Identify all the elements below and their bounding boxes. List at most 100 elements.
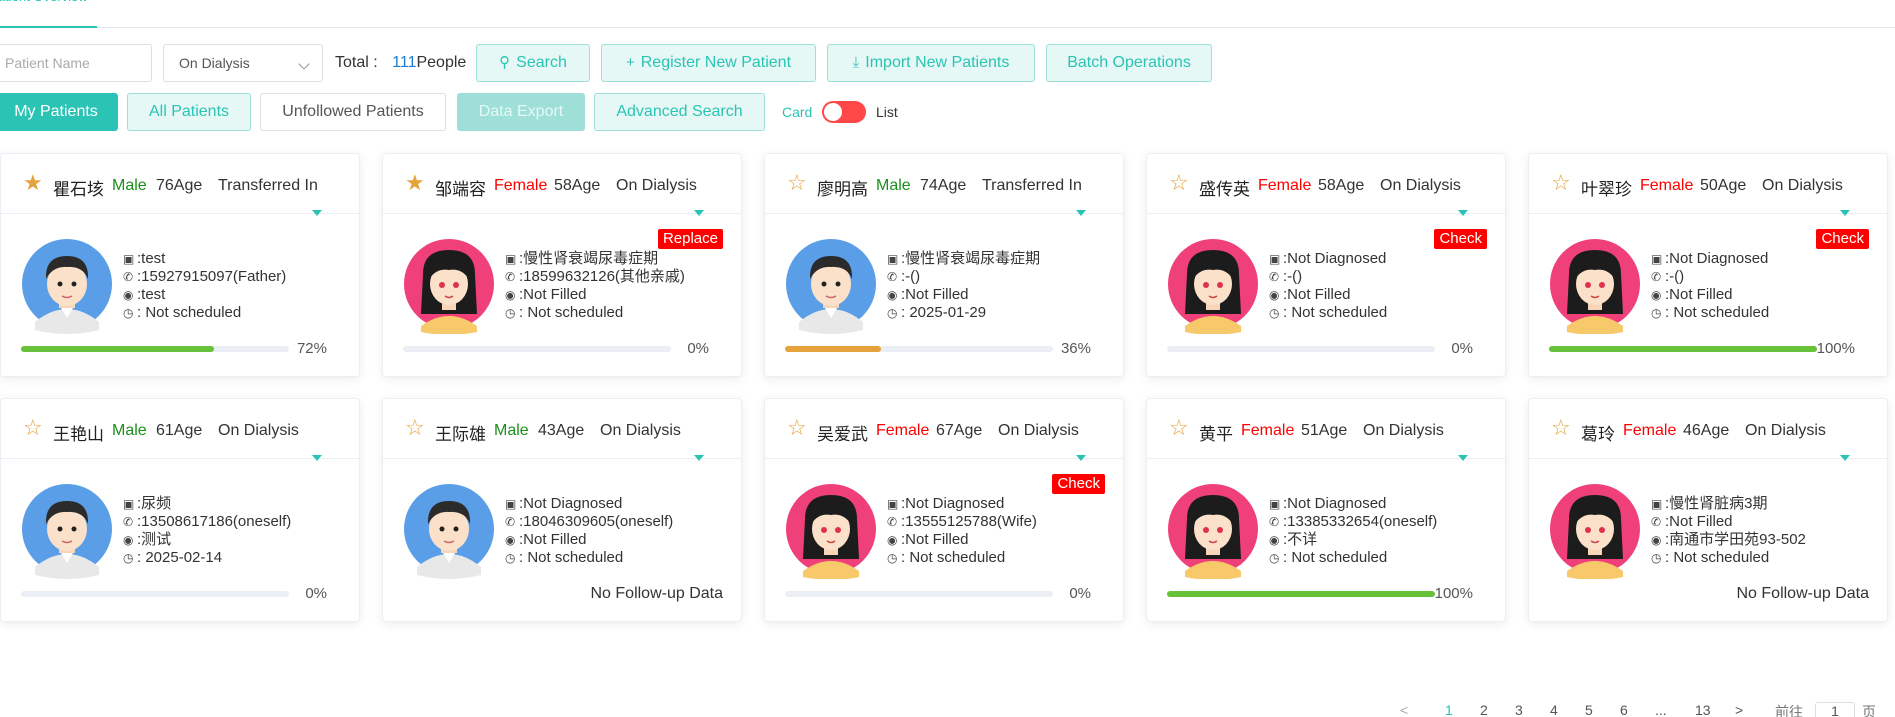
status-badge[interactable]: Check [1816,229,1869,249]
patient-card[interactable]: ☆ 葛玲 Female 46Age On Dialysis ▣:慢性肾脏病3期 ✆:Not … [1528,398,1888,622]
expand-caret-icon[interactable] [312,455,322,461]
dialysis-status-select[interactable]: On Dialysis [163,44,323,82]
clock-icon: ◷ [1269,306,1280,320]
avatar [785,479,877,580]
register-patient-button[interactable]: + Register New Patient [601,44,816,82]
follow-up-progress-bar [1167,591,1435,597]
patient-gender: Female [1640,177,1694,194]
patient-info: ▣:慢性肾衰竭尿毒症期 ✆:18599632126(其他亲戚) ◉:Not Fill… [505,250,685,322]
next-page-button[interactable]: > [1735,702,1743,717]
patient-address: :Not Filled [519,286,587,303]
page-number[interactable]: 6 [1620,702,1628,717]
unfollowed-patients-button[interactable]: Unfollowed Patients [260,93,446,131]
avatar [21,234,113,334]
patient-name: 王际雄 [435,425,486,444]
page-number[interactable]: 13 [1695,702,1711,717]
patient-card[interactable]: ☆ 王艳山 Male 61Age On Dialysis ▣:尿频 ✆:1350861718… [0,398,360,622]
view-mode-toggle[interactable] [822,101,866,123]
expand-caret-icon[interactable] [694,210,704,216]
phone-icon: ✆ [887,270,898,284]
page-number[interactable]: 2 [1480,702,1488,717]
patient-card[interactable]: ★ 邹端容 Female 58Age On Dialysis ▣:慢性肾衰竭尿毒症期 ✆:1… [382,153,742,377]
page-number[interactable]: 3 [1515,702,1523,717]
patient-card[interactable]: ★ 瞿石垓 Male 76Age Transferred In ▣:test ✆:15927… [0,153,360,377]
prev-page-button[interactable]: < [1400,702,1408,717]
patient-schedule: : Not scheduled [1283,549,1388,566]
star-icon[interactable]: ☆ [23,417,43,439]
patient-phone: :18046309605(oneself) [519,513,674,530]
expand-caret-icon[interactable] [1458,210,1468,216]
follow-up-progress-bar [21,591,289,597]
search-button[interactable]: ⚲ Search [476,44,590,82]
clock-icon: ◷ [887,551,898,565]
expand-caret-icon[interactable] [1076,455,1086,461]
patient-card[interactable]: ☆ 王际雄 Male 43Age On Dialysis ▣:Not Diagnosed ✆… [382,398,742,622]
clock-icon: ◷ [505,306,516,320]
status-badge[interactable]: Replace [657,229,723,249]
clock-icon: ◷ [123,551,134,565]
star-icon[interactable]: ★ [405,172,425,194]
patient-card-header: ☆ 廖明高 Male 74Age Transferred In [765,154,1123,216]
star-icon[interactable]: ☆ [1551,172,1571,194]
star-icon[interactable]: ☆ [787,172,807,194]
expand-caret-icon[interactable] [694,455,704,461]
patient-card-header: ☆ 王际雄 Male 43Age On Dialysis [383,399,741,461]
progress-percent: 0% [687,340,709,357]
patient-card[interactable]: ☆ 吴爱武 Female 67Age On Dialysis ▣:Not Diagnose… [764,398,1124,622]
status-badge[interactable]: Check [1434,229,1487,249]
patient-name-input[interactable]: Patient Name [0,44,152,82]
medical-kit-icon: ▣ [1269,252,1281,266]
patient-name: 盛传英 [1199,180,1250,199]
goto-page-input[interactable]: 1 [1815,702,1855,717]
star-icon[interactable]: ☆ [787,417,807,439]
phone-icon: ✆ [505,515,516,529]
patient-status: On Dialysis [218,422,299,439]
patient-age: 74Age [920,177,967,194]
status-badge[interactable]: Check [1052,474,1105,494]
page-number[interactable]: ... [1655,702,1667,717]
avatar [785,234,877,334]
dialysis-status-value: On Dialysis [179,55,250,71]
tab-bar: atient Overview [0,0,1895,28]
patient-info: ▣:Not Diagnosed ✆:18046309605(oneself) ◉:N… [505,495,673,567]
medical-kit-icon: ▣ [123,252,135,266]
page-number[interactable]: 1 [1445,702,1453,717]
patient-card[interactable]: ☆ 廖明高 Male 74Age Transferred In ▣:慢性肾衰竭尿毒症期 ✆:… [764,153,1124,377]
patient-schedule: : 2025-01-29 [901,304,987,321]
patient-card-header: ☆ 叶翠珍 Female 50Age On Dialysis [1529,154,1887,216]
view-list-label: List [876,104,898,120]
star-icon[interactable]: ☆ [405,417,425,439]
expand-caret-icon[interactable] [1458,455,1468,461]
patient-age: 50Age [1700,177,1747,194]
import-patients-button[interactable]: ⤓ Import New Patients [827,44,1035,82]
patient-card[interactable]: ☆ 叶翠珍 Female 50Age On Dialysis ▣:Not Diagnose… [1528,153,1888,377]
data-export-button[interactable]: Data Export [457,93,585,131]
all-patients-button[interactable]: All Patients [127,93,251,131]
patient-card[interactable]: ☆ 黄平 Female 51Age On Dialysis ▣:Not Diagnosed… [1146,398,1506,622]
patient-schedule: : Not scheduled [1665,549,1770,566]
follow-up-progress-bar [403,346,671,352]
page-number[interactable]: 4 [1550,702,1558,717]
expand-caret-icon[interactable] [312,210,322,216]
patient-age: 46Age [1683,422,1730,439]
total-count: Total : 111People [335,44,466,82]
star-icon[interactable]: ☆ [1551,417,1571,439]
star-icon[interactable]: ☆ [1169,417,1189,439]
star-icon[interactable]: ☆ [1169,172,1189,194]
medical-kit-icon: ▣ [505,497,517,511]
clock-icon: ◷ [1269,551,1280,565]
location-icon: ◉ [505,533,516,547]
expand-caret-icon[interactable] [1840,210,1850,216]
patient-card[interactable]: ☆ 盛传英 Female 58Age On Dialysis ▣:Not Diagnose… [1146,153,1506,377]
page-number[interactable]: 5 [1585,702,1593,717]
expand-caret-icon[interactable] [1840,455,1850,461]
expand-caret-icon[interactable] [1076,210,1086,216]
patient-schedule: : Not scheduled [137,304,242,321]
progress-fill [21,346,214,352]
phone-icon: ✆ [123,270,134,284]
star-icon[interactable]: ★ [23,172,43,194]
batch-operations-button[interactable]: Batch Operations [1046,44,1212,82]
tab-patient-overview[interactable]: atient Overview [0,0,97,28]
my-patients-button[interactable]: My Patients [0,93,118,131]
advanced-search-button[interactable]: Advanced Search [594,93,765,131]
